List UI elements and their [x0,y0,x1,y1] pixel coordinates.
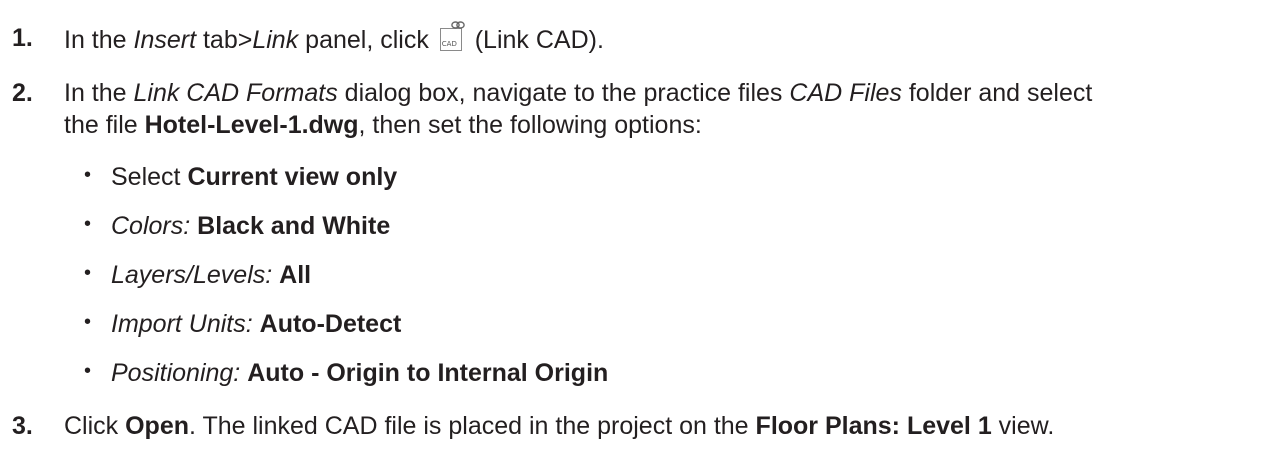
step-text: In the Insert tab>Link panel, click CAD … [64,21,1261,56]
step-number: 1. [12,24,33,52]
link-cad-icon: CAD [439,21,465,52]
step-number: 2. [12,79,33,107]
bullet-icon: • [84,262,92,284]
bullet-icon: • [84,360,92,382]
chain-link-icon [450,21,465,29]
step-text: In the Link CAD Formats dialog box, navi… [64,77,1261,141]
step-text: Click Open. The linked CAD file is place… [64,412,1055,440]
step-line: the file Hotel-Level-1.dwg, then set the… [64,111,702,139]
bullet-icon: • [84,164,92,186]
step-number: 3. [12,412,33,440]
step-line: In the Link CAD Formats dialog box, navi… [64,79,1093,107]
bullet-icon: • [84,311,92,333]
bullet-icon: • [84,213,92,235]
